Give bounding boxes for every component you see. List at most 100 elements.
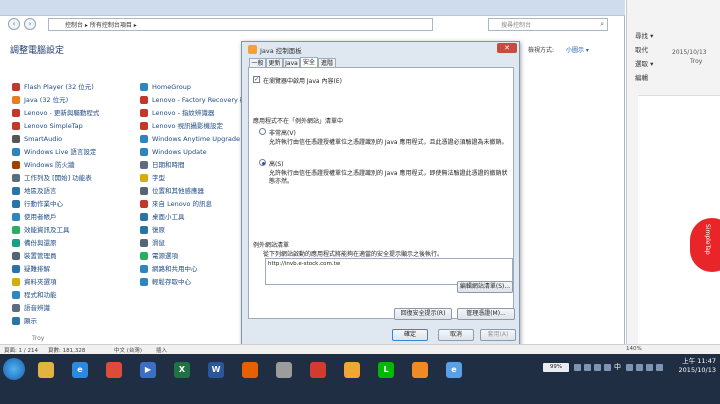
enable-java-checkbox[interactable]: ✓ — [253, 76, 260, 83]
taskbar-calc-button[interactable] — [270, 358, 298, 382]
cp-item-label: Lenovo SimpleTap — [24, 122, 83, 130]
exception-title: 例外網站清單 — [253, 242, 290, 249]
word-status-bar: 頁面: 1 / 214 頁數: 181,328 中文 (台灣) 插入 140% — [0, 344, 720, 354]
cp-item-label: Lenovo 視訊攝影機設定 — [152, 122, 223, 130]
cp-item-icon — [140, 187, 148, 195]
taskbar-firefox-button[interactable] — [236, 358, 264, 382]
taskbar-ie-button[interactable]: e — [66, 358, 94, 382]
forward-button[interactable]: › — [24, 18, 36, 30]
cp-item-icon — [140, 96, 148, 104]
java-cup-icon — [248, 45, 257, 54]
cp-item-label: 桌面小工具 — [152, 213, 185, 221]
battery-indicator[interactable]: 99% — [543, 363, 569, 372]
taskbar-paint-button[interactable] — [304, 358, 332, 382]
manage-certs-button[interactable]: 管理憑證(M)... — [457, 308, 515, 320]
cp-item-label: HomeGroup — [152, 83, 191, 91]
cp-item-icon — [140, 265, 148, 273]
tray-icon[interactable] — [594, 364, 601, 371]
cp-item-icon — [140, 278, 148, 286]
view-by-dropdown[interactable]: 小圖示 ▾ — [566, 45, 589, 54]
taskbar-line-button[interactable]: L — [372, 358, 400, 382]
simpletap-button[interactable]: SimpleTap — [690, 218, 720, 272]
edit-sites-button[interactable]: 編輯網站清單(S)... — [457, 281, 513, 293]
taskbar-photos-button[interactable] — [338, 358, 366, 382]
cp-item-icon — [140, 239, 148, 247]
cp-item-icon — [12, 83, 20, 91]
start-button[interactable] — [3, 358, 25, 380]
cp-item-icon — [12, 174, 20, 182]
cp-item-label: 輕鬆存取中心 — [152, 278, 191, 286]
replace-button[interactable]: 取代 — [635, 44, 653, 54]
very-high-desc: 允許執行由信任憑證授權單位之憑證識別的 Java 應用程式，且此憑證必須驗證為未… — [269, 139, 508, 146]
page-title: 調整電腦設定 — [10, 46, 65, 56]
apply-button[interactable]: 套用(A) — [480, 329, 516, 341]
cp-item-icon — [140, 83, 148, 91]
tray-icon[interactable] — [656, 364, 663, 371]
cp-item-icon — [140, 161, 148, 169]
control-panel-titlebar — [0, 0, 625, 16]
high-radio[interactable] — [259, 159, 266, 166]
find-button[interactable]: 尋找 ▾ — [635, 30, 653, 40]
cp-item-icon — [140, 109, 148, 117]
java-control-panel-dialog: Java 控制面板 ✕ 一般 更新 Java 安全 進階 ✓ 在瀏覽器中啟用 J… — [241, 41, 520, 348]
ie2-icon: e — [446, 362, 462, 378]
photos-icon — [344, 362, 360, 378]
cp-item-icon — [140, 174, 148, 182]
tray-icon[interactable] — [584, 364, 591, 371]
cancel-button[interactable]: 取消 — [438, 329, 474, 341]
dialog-title: Java 控制面板 — [260, 47, 302, 55]
status-zoom[interactable]: 140% — [626, 346, 642, 352]
taskbar-ie2-button[interactable]: e — [440, 358, 468, 382]
cp-item-label: Lenovo - 更新與驅動程式 — [24, 109, 100, 117]
close-button[interactable]: ✕ — [497, 43, 517, 53]
ime-indicator[interactable]: 中 — [614, 362, 621, 372]
taskbar-explorer-button[interactable] — [32, 358, 60, 382]
back-button[interactable]: ‹ — [8, 18, 20, 30]
taskbar-word-button[interactable]: W — [202, 358, 230, 382]
tray-icon[interactable] — [626, 364, 633, 371]
high-label: 高(S) — [269, 161, 284, 168]
search-input[interactable]: 搜尋控制台 ⌕ — [488, 18, 608, 31]
troy-label: Troy — [32, 335, 45, 342]
tray-icon[interactable] — [604, 364, 611, 371]
clock-date: 2015/10/13 — [678, 366, 716, 374]
explorer-icon — [38, 362, 54, 378]
line-icon: L — [378, 362, 394, 378]
cp-item-label: 顯示 — [24, 317, 37, 325]
exception-site-item[interactable]: http://invb.e-stock.com.tw — [268, 261, 340, 267]
cp-item-label: Windows Update — [152, 148, 207, 156]
address-bar[interactable]: 控制台 ▸ 所有控制台項目 ▸ — [48, 18, 433, 31]
restore-prompts-button[interactable]: 回復安全提示(R) — [394, 308, 452, 320]
taskbar-chrome-button[interactable] — [100, 358, 128, 382]
clock[interactable]: 上午 11:47 2015/10/13 — [672, 357, 716, 375]
security-panel: ✓ 在瀏覽器中啟用 Java 內容(E) 應用程式不在「例外網站」清單中 非常高… — [248, 67, 515, 320]
cp-item-icon — [12, 122, 20, 130]
cp-item-icon — [12, 148, 20, 156]
cp-item-label: Java (32 位元) — [24, 96, 69, 104]
tray-icon[interactable] — [646, 364, 653, 371]
cp-item-icon — [140, 252, 148, 260]
cp-item-icon — [12, 291, 20, 299]
cp-item-icon — [12, 161, 20, 169]
cp-item-icon — [140, 122, 148, 130]
cp-item-icon — [12, 278, 20, 286]
cp-item-icon — [12, 135, 20, 143]
simpletap-label: SimpleTap — [704, 224, 711, 255]
taskbar-excel-button[interactable]: X — [168, 358, 196, 382]
cp-item-icon — [12, 200, 20, 208]
cp-item-label: 資料夾選項 — [24, 278, 57, 286]
chrome-icon — [106, 362, 122, 378]
tray-icon[interactable] — [636, 364, 643, 371]
cp-item-label: 滑鼠 — [152, 239, 165, 247]
very-high-label: 非常高(V) — [269, 130, 296, 137]
very-high-radio[interactable] — [259, 128, 266, 135]
cp-item-label: 裝置管理員 — [24, 252, 57, 260]
taskbar-java-button[interactable] — [406, 358, 434, 382]
cp-item-label: Windows Live 語言設定 — [24, 148, 97, 156]
cp-item-icon — [12, 226, 20, 234]
word-icon: W — [208, 362, 224, 378]
select-button[interactable]: 選取 ▾ — [635, 58, 653, 68]
taskbar-media-button[interactable]: ▶ — [134, 358, 162, 382]
tray-icon[interactable] — [574, 364, 581, 371]
ok-button[interactable]: 確定 — [392, 329, 428, 341]
